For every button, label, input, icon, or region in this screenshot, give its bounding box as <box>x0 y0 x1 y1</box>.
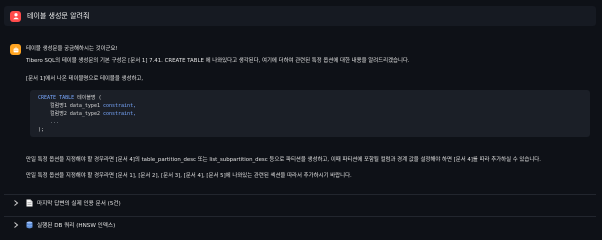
chevron-right-icon <box>14 222 19 228</box>
user-chat-message: 테이블 생성문 알려줘 <box>4 6 596 26</box>
expander-cited-documents[interactable]: 마지막 답변의 실제 인용 문서 (5건) <box>4 194 596 211</box>
code-line-3: 컬럼명2 data_type2 constraint, <box>38 111 137 117</box>
assistant-chat-message: 테이블 생성문을 궁금해하시는 것이군요! Tibero SQL의 테이블 생성… <box>4 38 596 188</box>
assistant-intro: 테이블 생성문을 궁금해하시는 것이군요! <box>26 46 118 52</box>
database-icon <box>26 221 33 229</box>
code-line-5: ); <box>38 127 45 133</box>
assistant-paragraph-3: 만일 특정 옵션을 지정해야 할 경우라면 [문서 4]의 table_part… <box>26 157 541 163</box>
code-line-1: CREATE TABLE 테이블명 ( <box>38 95 102 101</box>
code-block: CREATE TABLE 테이블명 ( 컬럼명1 data_type1 cons… <box>30 90 590 137</box>
assistant-paragraph-4: 만일 특정 옵션을 지정해야 할 경우라면 [문서 1], [문서 2], [문… <box>26 173 352 179</box>
assistant-paragraph-2: [문서 1]에서 나온 테이블명으로 테이블을 생성하고, <box>26 76 144 82</box>
robot-icon <box>13 46 18 52</box>
code-line-2: 컬럼명1 data_type1 constraint, <box>38 103 137 109</box>
user-message-text: 테이블 생성문 알려줘 <box>27 12 90 20</box>
assistant-paragraph-1: Tibero SQL의 테이블 생성문의 기본 구성은 [문서 1] 7.41.… <box>26 58 410 64</box>
expander-label: 실행된 DB 쿼리 (HNSW 인덱스) <box>37 223 116 229</box>
chevron-right-icon <box>14 200 19 206</box>
user-avatar <box>10 10 21 22</box>
user-avatar-icon <box>12 13 19 20</box>
code-line-4: ... <box>38 119 60 125</box>
document-icon <box>26 199 33 207</box>
expander-label: 마지막 답변의 실제 인용 문서 (5건) <box>37 201 121 207</box>
code-keyword: CREATE TABLE <box>38 95 75 101</box>
expander-db-query[interactable]: 실행된 DB 쿼리 (HNSW 인덱스) <box>4 216 596 233</box>
assistant-avatar <box>10 44 21 55</box>
